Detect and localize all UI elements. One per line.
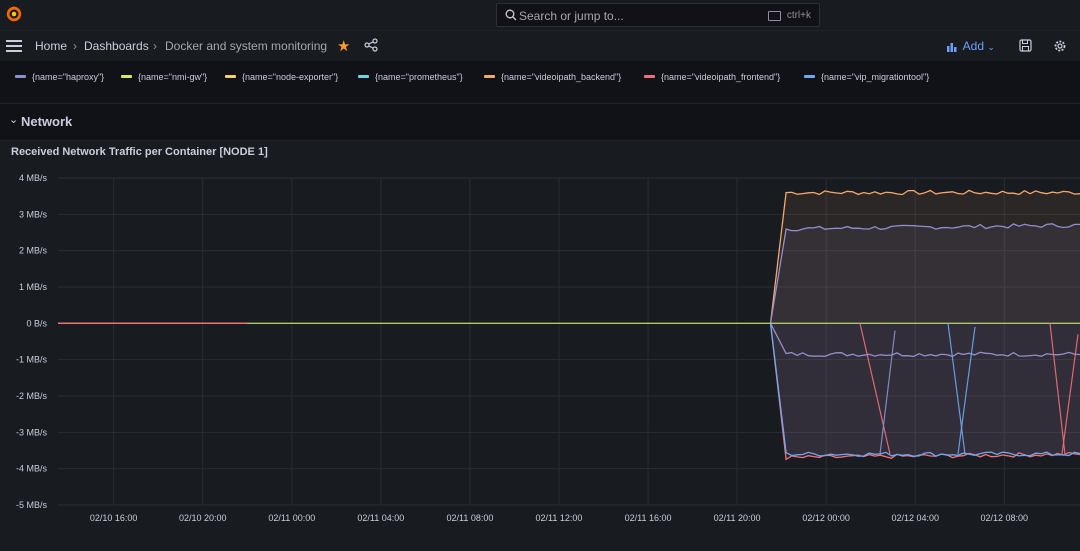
add-panel-icon xyxy=(947,41,960,52)
legend-label: {name="videoipath_backend"} xyxy=(501,72,621,82)
y-tick-label: 3 MB/s xyxy=(19,209,48,219)
y-tick-label: -5 MB/s xyxy=(16,500,48,510)
row-network[interactable]: ⌄ Network xyxy=(0,104,1080,138)
settings-icon[interactable] xyxy=(1053,39,1067,53)
y-tick-label: 2 MB/s xyxy=(19,246,48,256)
y-tick-label: 0 B/s xyxy=(26,318,47,328)
row-title: Network xyxy=(21,114,72,129)
breadcrumb-separator: › xyxy=(73,39,77,53)
search-input[interactable]: Search or jump to... ctrl+k xyxy=(496,3,820,27)
legend-swatch xyxy=(484,75,495,78)
legend-swatch xyxy=(15,75,26,78)
legend-swatch xyxy=(121,75,132,78)
keyboard-icon xyxy=(768,11,781,21)
x-tick-label: 02/12 08:00 xyxy=(981,513,1029,523)
legend-label: {name="node-exporter"} xyxy=(242,72,338,82)
y-tick-label: -1 MB/s xyxy=(16,355,48,365)
menu-icon[interactable] xyxy=(6,40,22,52)
y-tick-label: 1 MB/s xyxy=(19,282,48,292)
breadcrumb-dashboards[interactable]: Dashboards xyxy=(84,39,149,53)
legend-swatch xyxy=(644,75,655,78)
x-tick-label: 02/11 04:00 xyxy=(357,513,404,523)
x-tick-label: 02/11 20:00 xyxy=(714,513,761,523)
legend-item[interactable]: {name="videoipath_backend"} xyxy=(484,72,621,82)
save-icon[interactable] xyxy=(1019,39,1032,52)
breadcrumb-separator: › xyxy=(153,39,157,53)
y-tick-label: 4 MB/s xyxy=(19,173,48,183)
x-tick-label: 02/10 20:00 xyxy=(179,513,227,523)
legend-label: {name="videoipath_frontend"} xyxy=(661,72,780,82)
legend-swatch xyxy=(225,75,236,78)
search-shortcut: ctrl+k xyxy=(787,10,811,21)
add-button[interactable]: Add ⌄ xyxy=(947,39,995,53)
x-tick-label: 02/12 00:00 xyxy=(802,513,850,523)
breadcrumb-current: Docker and system monitoring xyxy=(165,39,327,53)
x-tick-label: 02/11 08:00 xyxy=(446,513,493,523)
x-tick-label: 02/11 12:00 xyxy=(536,513,583,523)
legend-item[interactable]: {name="vip_migrationtool"} xyxy=(804,72,929,82)
legend-label: {name="nmi-gw"} xyxy=(138,72,207,82)
x-tick-label: 02/11 16:00 xyxy=(625,513,672,523)
search-icon xyxy=(505,9,517,21)
search-placeholder: Search or jump to... xyxy=(519,9,624,23)
y-tick-label: -2 MB/s xyxy=(16,391,48,401)
x-tick-label: 02/12 04:00 xyxy=(891,513,939,523)
legend-item[interactable]: {name="node-exporter"} xyxy=(225,72,338,82)
chevron-down-icon: ⌄ xyxy=(9,113,18,126)
legend-label: {name="prometheus"} xyxy=(375,72,463,82)
legend-label: {name="vip_migrationtool"} xyxy=(821,72,929,82)
top-bar: Search or jump to... ctrl+k xyxy=(0,0,1080,31)
y-tick-label: -3 MB/s xyxy=(16,427,48,437)
legend-panel: {name="haproxy"} {name="nmi-gw"} {name="no… xyxy=(0,63,1080,104)
legend-label: {name="haproxy"} xyxy=(32,72,104,82)
breadcrumb-home[interactable]: Home xyxy=(35,39,67,53)
star-icon[interactable]: ★ xyxy=(337,37,350,55)
grafana-logo-icon[interactable] xyxy=(5,5,23,23)
y-tick-label: -4 MB/s xyxy=(16,464,48,474)
chevron-down-icon: ⌄ xyxy=(987,42,995,52)
legend-item[interactable]: {name="haproxy"} xyxy=(15,72,104,82)
series-area xyxy=(771,323,1080,456)
add-label: Add xyxy=(963,39,984,53)
time-series-chart: 4 MB/s 3 MB/s 2 MB/s 1 MB/s 0 B/s -1 MB/s -2 M… xyxy=(0,140,1080,550)
series-area xyxy=(771,224,1080,324)
legend-item[interactable]: {name="nmi-gw"} xyxy=(121,72,207,82)
x-tick-label: 02/11 00:00 xyxy=(268,513,315,523)
dashboard-nav-bar: Home › Dashboards › Docker and system mo… xyxy=(0,31,1080,61)
legend-swatch xyxy=(358,75,369,78)
legend-swatch xyxy=(804,75,815,78)
legend-item[interactable]: {name="videoipath_frontend"} xyxy=(644,72,780,82)
legend-item[interactable]: {name="prometheus"} xyxy=(358,72,463,82)
x-tick-label: 02/10 16:00 xyxy=(90,513,138,523)
share-icon[interactable] xyxy=(364,38,378,52)
